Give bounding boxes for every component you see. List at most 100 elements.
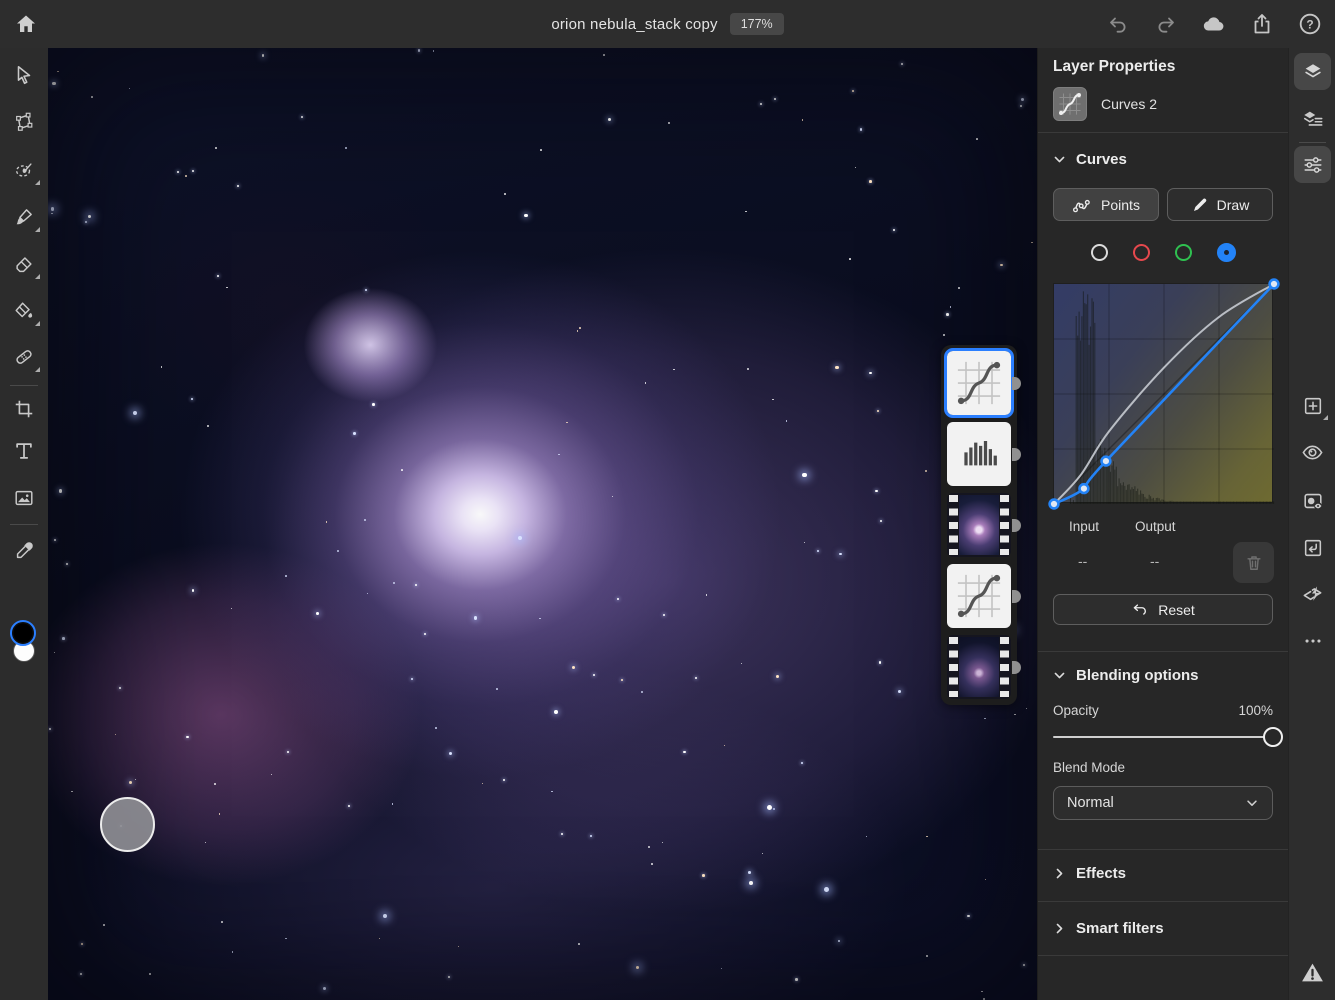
star	[205, 842, 206, 843]
eyedropper-tool[interactable]	[4, 526, 44, 566]
star	[217, 275, 219, 277]
zoom-level-badge[interactable]: 177%	[730, 13, 784, 35]
layer-thumbnail-curves-1[interactable]	[947, 564, 1011, 628]
layer-visibility-button[interactable]	[1294, 434, 1331, 471]
document-canvas[interactable]	[48, 48, 1037, 1000]
star	[946, 313, 949, 316]
star	[958, 287, 960, 289]
star	[985, 879, 986, 880]
star	[852, 90, 854, 92]
transform-icon	[13, 111, 35, 133]
star	[496, 688, 498, 690]
star	[967, 915, 970, 918]
warning-button[interactable]	[1294, 954, 1331, 991]
panel-divider	[1038, 901, 1289, 902]
star	[393, 582, 395, 584]
draw-mode-button[interactable]: Draw	[1167, 188, 1273, 221]
crop-tool[interactable]	[4, 383, 44, 423]
layer-thumbnail-image[interactable]	[947, 493, 1011, 557]
fill-icon	[13, 300, 35, 322]
layer-mask-button[interactable]	[1294, 482, 1331, 519]
curves-adjustment-thumb	[947, 351, 1011, 415]
share-button[interactable]	[1245, 7, 1279, 41]
star	[860, 128, 863, 131]
star	[695, 677, 697, 679]
flyout-indicator	[35, 367, 40, 372]
undo-icon	[1106, 12, 1130, 36]
properties-panel-button[interactable]	[1294, 146, 1331, 183]
filmstrip-perforations	[949, 495, 958, 555]
star	[802, 119, 804, 121]
star	[51, 213, 53, 215]
flyout-indicator	[35, 227, 40, 232]
star	[898, 690, 901, 693]
selected-layer-row[interactable]: Curves 2	[1053, 86, 1273, 122]
layers-panel-button[interactable]	[1294, 53, 1331, 90]
blend-mode-dropdown[interactable]: Normal	[1053, 786, 1273, 820]
redo-button[interactable]	[1149, 7, 1183, 41]
star	[747, 368, 749, 370]
star	[603, 54, 605, 56]
opacity-slider[interactable]	[1053, 729, 1273, 745]
curves-adjustment-thumb	[947, 564, 1011, 628]
star	[52, 82, 55, 85]
points-mode-button[interactable]: Points	[1053, 188, 1159, 221]
star	[448, 976, 450, 978]
star	[706, 594, 708, 596]
reset-button[interactable]: Reset	[1053, 594, 1273, 625]
healing-tool[interactable]	[4, 337, 44, 377]
curves-section-header[interactable]: Curves	[1053, 147, 1127, 171]
smart-filters-section-header[interactable]: Smart filters	[1053, 916, 1164, 940]
clipping-mask-button[interactable]	[1294, 529, 1331, 566]
layer-thumbnail-curves-2[interactable]	[947, 351, 1011, 415]
foreground-color-swatch[interactable]	[10, 620, 36, 646]
points-button-label: Points	[1101, 197, 1140, 213]
panel-rail	[1288, 48, 1335, 1000]
undo-button[interactable]	[1101, 7, 1135, 41]
layer-list-button[interactable]	[1294, 100, 1331, 137]
delete-point-button[interactable]	[1233, 542, 1274, 583]
star	[572, 666, 575, 669]
flyout-indicator	[35, 321, 40, 326]
channel-blue-button[interactable]	[1217, 243, 1236, 262]
cloud-sync-button[interactable]	[1197, 7, 1231, 41]
place-image-icon	[13, 487, 35, 509]
more-options-button[interactable]	[1294, 622, 1331, 659]
layer-thumbnail-background[interactable]	[947, 635, 1011, 699]
star	[943, 334, 945, 336]
add-layer-button[interactable]	[1294, 387, 1331, 424]
transform-tool[interactable]	[4, 102, 44, 142]
layer-thumbnail-levels[interactable]	[947, 422, 1011, 486]
selection-brush-icon	[13, 159, 35, 181]
blending-section-header[interactable]: Blending options	[1053, 663, 1198, 687]
rail-divider	[1299, 142, 1326, 143]
star	[301, 116, 303, 118]
layer-name: Curves 2	[1101, 96, 1157, 112]
channel-composite-button[interactable]	[1091, 244, 1108, 261]
star	[926, 955, 928, 957]
star	[237, 185, 239, 187]
effects-section-header[interactable]: Effects	[1053, 861, 1126, 885]
opacity-slider-knob[interactable]	[1263, 727, 1283, 747]
curves-graph[interactable]	[1053, 283, 1273, 503]
star	[673, 369, 675, 371]
move-tool[interactable]	[4, 55, 44, 95]
place-image-tool[interactable]	[4, 478, 44, 518]
star	[621, 679, 623, 681]
type-tool[interactable]	[4, 431, 44, 471]
eraser-tool[interactable]	[4, 244, 44, 284]
brush-tool[interactable]	[4, 197, 44, 237]
channel-red-button[interactable]	[1133, 244, 1150, 261]
star	[103, 924, 105, 926]
merge-flatten-button[interactable]	[1294, 576, 1331, 613]
star	[119, 687, 121, 689]
sliders-icon	[1302, 154, 1324, 176]
curves-glyph-icon	[953, 570, 1005, 622]
channel-green-button[interactable]	[1175, 244, 1192, 261]
fill-tool[interactable]	[4, 291, 44, 331]
help-button[interactable]: ?	[1293, 7, 1327, 41]
star	[795, 978, 798, 981]
star	[219, 813, 221, 815]
star	[1014, 714, 1015, 715]
selection-brush-tool[interactable]	[4, 150, 44, 190]
